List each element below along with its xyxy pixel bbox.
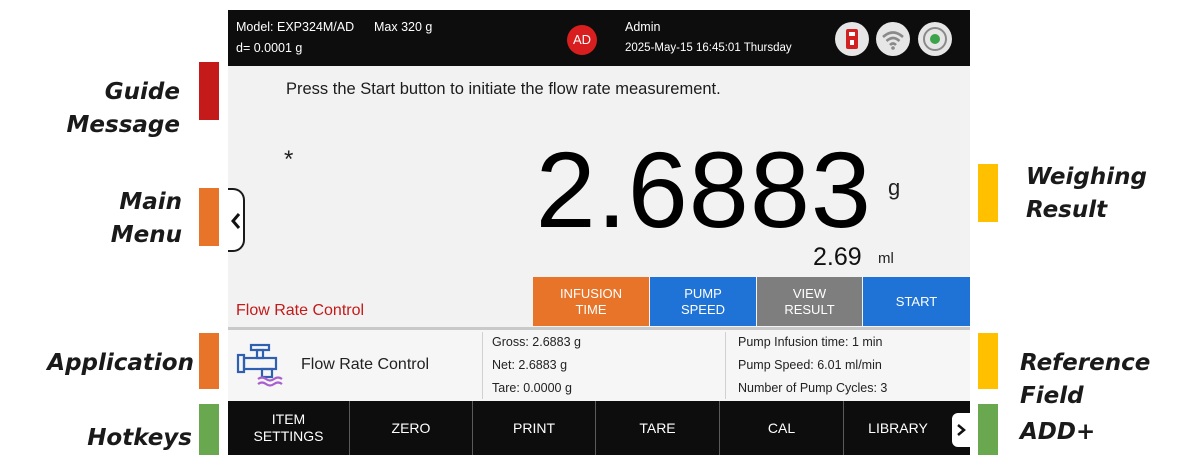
print-hotkey[interactable]: PRINT [473,401,596,455]
weight-value: 2.6883 [535,129,872,250]
weighing-result-bar [978,164,998,222]
tare-value: Tare: 0.0000 g [492,381,572,395]
level-indicator-icon[interactable] [918,22,952,56]
wifi-icon[interactable] [876,22,910,56]
pump-speed: Pump Speed: 6.01 ml/min [738,358,882,372]
library-hotkey[interactable]: LIBRARY [844,401,952,455]
main-menu-callout-line1: Main [119,189,182,215]
chevron-left-icon [231,213,241,229]
pump-speed-label-line1: PUMP [684,285,722,301]
infusion-time-label-line1: INFUSION [559,285,623,301]
zero-hotkey[interactable]: ZERO [350,401,473,455]
view-result-button[interactable]: VIEW RESULT [757,277,862,326]
chevron-right-icon [957,424,966,436]
weighing-result-callout: Weighing Result [1026,161,1147,227]
flow-rate-app-icon [236,343,283,387]
balance-screen: Model: EXP324M/AD Max 320 g d= 0.0001 g … [228,10,970,455]
application-callout: Application [47,350,194,376]
guide-message-callout: Guide Message [66,79,180,138]
weighing-result-callout-line2: Result [1026,197,1108,223]
application-name: Flow Rate Control [301,356,430,373]
pump-speed-label-line2: SPEED [680,301,726,317]
add-plus-bar [978,404,998,455]
usb-icon[interactable] [835,22,869,56]
view-result-label-line1: VIEW [792,285,827,301]
main-menu-toggle[interactable] [228,188,245,252]
add-plus-callout: ADD+ [1020,419,1096,445]
application-bar [199,333,219,389]
weighing-result-callout-line1: Weighing [1026,164,1147,190]
info-panel: Flow Rate Control Gross: 2.6883 g Net: 2… [228,330,970,401]
start-label: START [895,293,938,309]
hotkeys-callout: Hotkeys [87,425,192,451]
reference-field-callout: Reference Field [1020,350,1151,409]
main-menu-callout: Main Menu [60,186,182,252]
user-name: Admin [625,20,661,34]
guide-message: Press the Start button to initiate the f… [286,80,721,98]
hotkey-bar: ITEM SETTINGS ZERO PRINT TARE CAL LIBRAR… [228,401,970,455]
application-title: Flow Rate Control [236,302,365,319]
zero-label: ZERO [391,419,431,436]
gross-value: Gross: 2.6883 g [492,335,581,349]
weight-unit: g [888,175,901,200]
main-menu-bar [199,188,219,246]
avatar[interactable]: AD [567,25,597,55]
volume-unit: ml [878,250,894,267]
tare-label: TARE [639,419,676,436]
item-settings-hotkey[interactable]: ITEM SETTINGS [228,401,350,455]
tare-hotkey[interactable]: TARE [596,401,720,455]
hotkeys-bar [199,404,219,455]
resolution-label: d= 0.0001 g [236,41,303,55]
pump-cycles: Number of Pump Cycles: 3 [738,381,888,395]
status-bar: Model: EXP324M/AD Max 320 g d= 0.0001 g … [228,10,970,66]
guide-message-bar [199,62,219,120]
model-label: Model: EXP324M/AD [236,20,355,34]
stability-mark: * [284,146,294,173]
main-menu-callout-line2: Menu [110,222,182,248]
cal-hotkey[interactable]: CAL [720,401,844,455]
item-settings-label-line2: SETTINGS [253,428,324,444]
datetime-label: 2025-May-15 16:45:01 Thursday [625,42,792,54]
library-label: LIBRARY [868,419,928,436]
pump-infusion-time: Pump Infusion time: 1 min [738,335,883,349]
pump-speed-button[interactable]: PUMP SPEED [650,277,756,326]
print-label: PRINT [513,419,555,436]
volume-value: 2.69 [813,243,862,271]
cal-label: CAL [767,419,796,436]
start-button[interactable]: START [863,277,970,326]
infusion-time-button[interactable]: INFUSION TIME [533,277,649,326]
view-result-label-line2: RESULT [784,301,835,317]
add-hotkey-toggle[interactable] [952,413,970,447]
net-value: Net: 2.6883 g [492,358,568,372]
separator [482,332,483,399]
reference-field-bar [978,333,998,389]
item-settings-label-line1: ITEM [271,411,306,427]
max-capacity-label: Max 320 g [374,20,433,34]
infusion-time-label-line2: TIME [575,301,607,317]
separator [725,332,726,399]
